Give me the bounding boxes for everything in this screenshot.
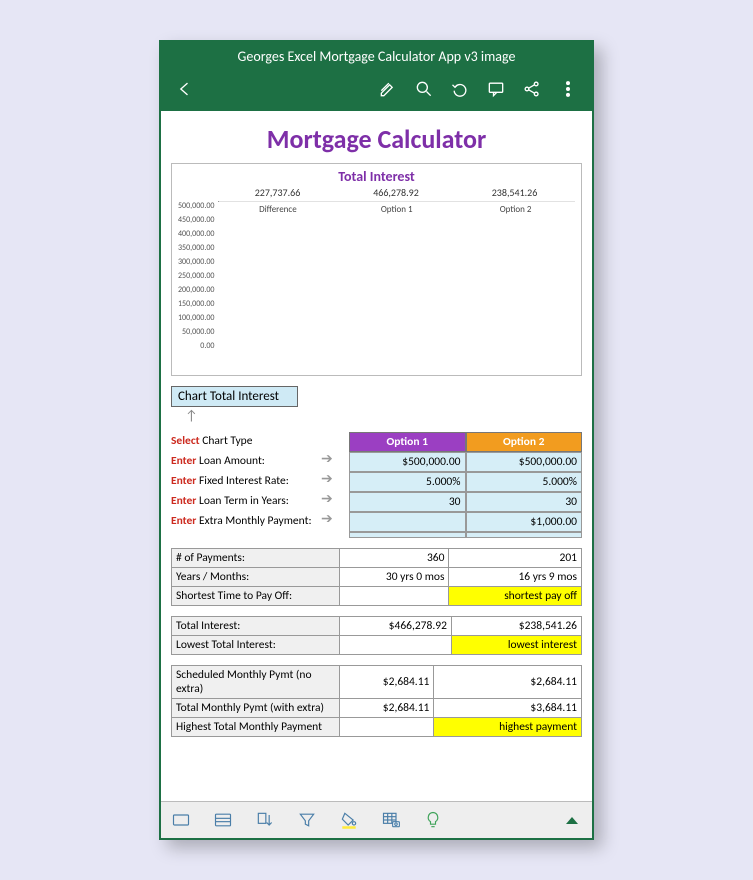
back-icon[interactable] xyxy=(171,75,199,103)
loan-amount-option2[interactable]: $500,000.00 xyxy=(466,452,583,472)
chart-type-selector[interactable]: Chart Total Interest xyxy=(171,386,298,407)
interest-rate-option1[interactable]: 5.000% xyxy=(349,472,466,492)
loan-amount-option1[interactable]: $500,000.00 xyxy=(349,452,466,472)
extra-payment-option1[interactable] xyxy=(349,512,466,532)
fill-color-icon[interactable] xyxy=(337,808,361,832)
extra-payment-option2[interactable]: $1,000.00 xyxy=(466,512,583,532)
shortest-payoff-badge: shortest pay off xyxy=(449,587,582,606)
chart-xaxis: Difference Option 1 Option 2 xyxy=(218,204,575,215)
arrow-right-icon: ➔ xyxy=(321,512,349,532)
window-title: Georges Excel Mortgage Calculator App v3… xyxy=(161,42,592,71)
share-icon[interactable] xyxy=(518,75,546,103)
results-table-interest: Total Interest:$466,278.92$238,541.26 Lo… xyxy=(171,616,582,655)
filter-icon[interactable] xyxy=(295,808,319,832)
undo-icon[interactable] xyxy=(446,75,474,103)
results-table-monthly: Scheduled Monthly Pymt (no extra)$2,684.… xyxy=(171,665,582,737)
page-title: Mortgage Calculator xyxy=(171,123,582,155)
loan-term-option2[interactable]: 30 xyxy=(466,492,583,512)
chart-title: Total Interest xyxy=(178,168,575,185)
list-view-icon[interactable] xyxy=(211,808,235,832)
lowest-interest-badge: lowest interest xyxy=(451,636,581,655)
search-icon[interactable] xyxy=(410,75,438,103)
input-grid: Select Chart Type Option 1 Option 2 Ente… xyxy=(171,432,582,538)
document-content: Mortgage Calculator Total Interest 500,0… xyxy=(161,111,592,801)
top-toolbar xyxy=(161,71,592,111)
app-window: Georges Excel Mortgage Calculator App v3… xyxy=(159,40,594,840)
column-header-option1: Option 1 xyxy=(349,432,466,452)
ideas-icon[interactable] xyxy=(421,808,445,832)
bottom-toolbar xyxy=(161,801,592,838)
table-camera-icon[interactable] xyxy=(379,808,403,832)
loan-term-option1[interactable]: 30 xyxy=(349,492,466,512)
pointer-up-icon: ↑ xyxy=(185,407,198,424)
expand-up-icon[interactable] xyxy=(560,808,584,832)
results-section: # of Payments:360201 Years / Months:30 y… xyxy=(171,548,582,737)
card-view-icon[interactable] xyxy=(169,808,193,832)
arrow-right-icon: ➔ xyxy=(321,452,349,472)
arrow-right-icon: ➔ xyxy=(321,492,349,512)
interest-rate-option2[interactable]: 5.000% xyxy=(466,472,583,492)
highest-payment-badge: highest payment xyxy=(434,718,582,737)
edit-icon[interactable] xyxy=(374,75,402,103)
chart-total-interest: Total Interest 500,000.00 450,000.00 400… xyxy=(171,163,582,376)
sort-icon[interactable] xyxy=(253,808,277,832)
chart-plot: 227,737.66 466,278.92 238,541.26 xyxy=(218,201,575,202)
more-icon[interactable] xyxy=(554,75,582,103)
column-header-option2: Option 2 xyxy=(466,432,583,452)
arrow-right-icon: ➔ xyxy=(321,472,349,492)
comment-icon[interactable] xyxy=(482,75,510,103)
chart-yaxis: 500,000.00 450,000.00 400,000.00 350,000… xyxy=(178,187,218,367)
results-table-payments: # of Payments:360201 Years / Months:30 y… xyxy=(171,548,582,606)
